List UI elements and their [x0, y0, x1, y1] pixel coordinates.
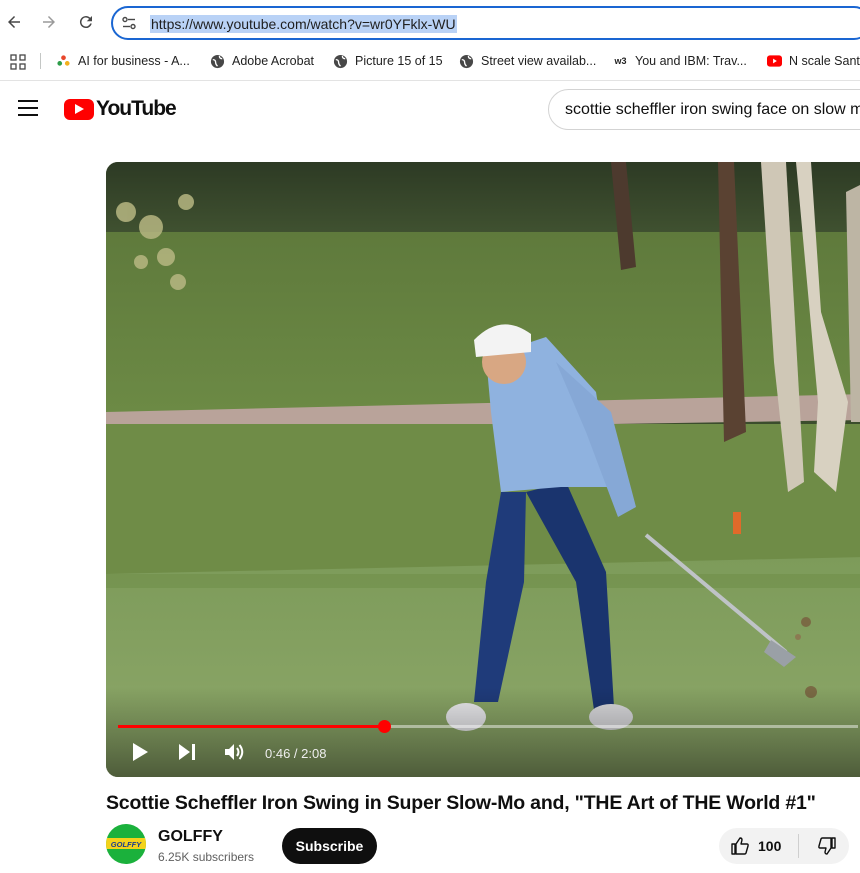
url-text[interactable]: https://www.youtube.com/watch?v=wr0YFklx…: [150, 15, 457, 33]
dislike-button[interactable]: [807, 828, 847, 864]
reload-icon: [79, 16, 92, 29]
bookmark-you-and-ibm[interactable]: w3 You and IBM: Trav...: [613, 51, 747, 71]
avatar-text: GOLFFY: [110, 839, 142, 849]
arrow-left-icon: [8, 16, 20, 28]
bookmark-n-scale[interactable]: N scale Sant: [767, 51, 860, 71]
forward-button[interactable]: [35, 8, 63, 36]
bookmark-label: Street view availab...: [481, 54, 597, 68]
like-divider: [798, 834, 799, 858]
like-count: 100: [758, 838, 782, 854]
search-input[interactable]: scottie scheffler iron swing face on slo…: [548, 89, 860, 130]
bookmark-label: You and IBM: Trav...: [635, 54, 747, 68]
mute-button[interactable]: [224, 740, 246, 764]
next-button[interactable]: [177, 740, 197, 764]
bookmark-label: Adobe Acrobat: [232, 54, 315, 68]
address-bar[interactable]: https://www.youtube.com/watch?v=wr0YFklx…: [111, 6, 860, 40]
volume-icon: [225, 744, 244, 760]
globe-icon: [210, 54, 225, 69]
w3-icon: w3: [614, 56, 627, 66]
bookmark-adobe-acrobat[interactable]: Adobe Acrobat: [210, 51, 314, 71]
youtube-icon: [767, 54, 782, 69]
arrow-right-icon: [43, 16, 55, 28]
bookmarks-divider: [40, 53, 41, 69]
bookmark-street-view[interactable]: Street view availab...: [459, 51, 596, 71]
channel-avatar[interactable]: GOLFFY: [106, 824, 146, 864]
video-frame[interactable]: [106, 162, 860, 777]
bookmark-label: N scale Sant: [789, 54, 860, 68]
thumbs-up-icon: [731, 837, 749, 855]
like-button[interactable]: 100: [719, 828, 798, 864]
bookmarks-bar: AI for business - A... Adobe Acrobat Pic…: [0, 46, 860, 76]
controls-gradient: [106, 687, 860, 777]
menu-icon[interactable]: [18, 100, 38, 116]
subscriber-count: 6.25K subscribers: [158, 850, 255, 864]
browser-toolbar: https://www.youtube.com/watch?v=wr0YFklx…: [0, 0, 860, 44]
bookmark-label: AI for business - A...: [78, 54, 190, 68]
youtube-logo[interactable]: YouTube: [64, 97, 177, 121]
youtube-play-logo-icon: [64, 98, 94, 120]
bookmark-ai-for-business[interactable]: AI for business - A...: [56, 51, 190, 71]
apps-grid-icon[interactable]: [10, 54, 26, 70]
globe-icon: [459, 54, 474, 69]
video-player[interactable]: 0:46 / 2:08: [106, 162, 860, 777]
search-query[interactable]: scottie scheffler iron swing face on slo…: [565, 101, 860, 119]
play-button[interactable]: [130, 740, 150, 764]
youtube-logo-text: YouTube: [96, 97, 177, 120]
globe-icon: [333, 54, 348, 69]
reload-button[interactable]: [72, 8, 100, 36]
play-icon: [133, 743, 148, 761]
subscribe-button[interactable]: Subscribe: [282, 828, 377, 864]
progress-played: [118, 725, 385, 728]
chrome-divider: [0, 80, 860, 81]
back-button[interactable]: [0, 8, 28, 36]
like-dislike-bar: 100: [719, 828, 849, 864]
skip-next-icon: [179, 744, 195, 760]
video-title: Scottie Scheffler Iron Swing in Super Sl…: [106, 792, 816, 814]
thumbs-down-icon: [818, 837, 836, 855]
time-display: 0:46 / 2:08: [265, 746, 327, 761]
progress-bar[interactable]: [118, 720, 858, 733]
bookmark-label: Picture 15 of 15: [355, 54, 443, 68]
channel-name[interactable]: GOLFFY: [158, 828, 223, 846]
bookmark-picture-15[interactable]: Picture 15 of 15: [333, 51, 443, 71]
site-settings-icon[interactable]: [121, 15, 137, 31]
ibm-flower-icon: [56, 54, 71, 69]
